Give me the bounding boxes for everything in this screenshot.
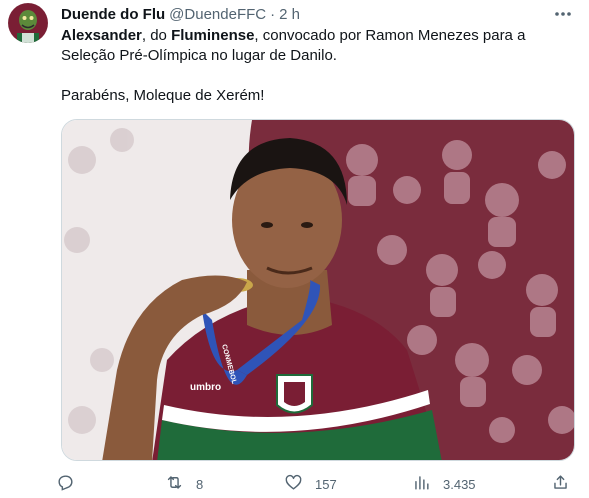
- tweet-text-line-2: Seleção Pré-Olímpica no lugar de Danilo.: [61, 47, 337, 64]
- reply-button[interactable]: [56, 472, 87, 496]
- user-handle[interactable]: @DuendeFFC: [169, 6, 266, 23]
- like-icon: [284, 473, 303, 495]
- more-icon[interactable]: [553, 6, 573, 22]
- tweet-text-line-3: Parabéns, Moleque de Xerém!: [61, 87, 265, 104]
- timestamp[interactable]: 2 h: [279, 6, 300, 23]
- retweet-button[interactable]: 8: [165, 472, 203, 496]
- tweet[interactable]: Duende do Flu @DuendeFFC · 2 h Alexsande…: [0, 0, 589, 498]
- jersey-brand-label: umbro: [190, 382, 221, 393]
- share-button[interactable]: [551, 472, 570, 496]
- retweet-icon: [165, 473, 184, 495]
- reply-icon: [56, 473, 75, 495]
- tweet-actions: 8 157 3.435: [56, 472, 576, 496]
- separator-dot: ·: [270, 5, 276, 23]
- text-fragment: , do: [141, 27, 172, 44]
- views-icon: [412, 473, 431, 495]
- views-button[interactable]: 3.435: [412, 472, 476, 496]
- retweet-count: 8: [196, 476, 204, 492]
- views-count: 3.435: [443, 476, 476, 492]
- display-name[interactable]: Duende do Flu: [61, 6, 165, 23]
- like-count: 157: [315, 476, 337, 492]
- like-button[interactable]: 157: [284, 472, 337, 496]
- club-name: Fluminense: [171, 27, 255, 44]
- tweet-photo[interactable]: umbro CONMEBOL: [61, 119, 575, 461]
- tweet-text: Alexsander, do Fluminense, convocado por…: [61, 26, 571, 106]
- tweet-header: Duende do Flu @DuendeFFC · 2 h: [61, 4, 569, 24]
- player-name: Alexsander: [61, 27, 142, 44]
- avatar[interactable]: [8, 3, 48, 43]
- tweet-text-line-1: Alexsander, do Fluminense, convocado por…: [61, 26, 571, 46]
- text-fragment: , convocado por Ramon Menezes para a: [254, 27, 526, 44]
- share-icon: [551, 473, 570, 495]
